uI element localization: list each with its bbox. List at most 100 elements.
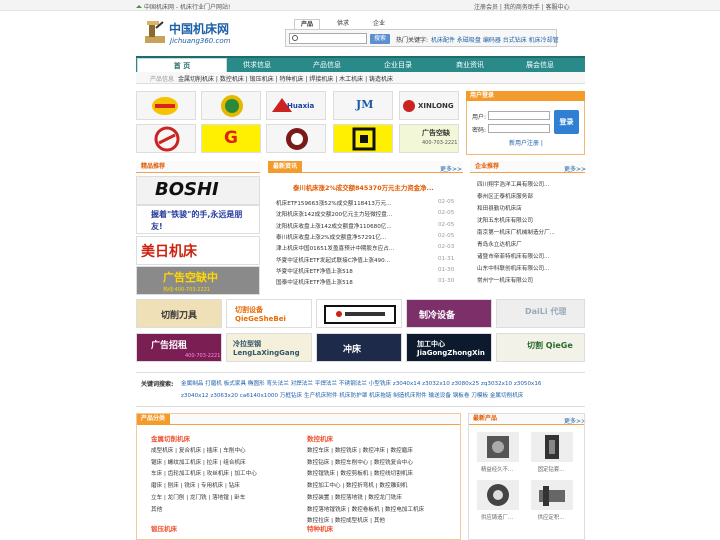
- category-group-4-title[interactable]: 特种机床: [307, 523, 333, 533]
- brand-logo-1[interactable]: [136, 91, 196, 120]
- company-item[interactable]: 青岛永立达机床厂: [477, 240, 522, 248]
- username-input[interactable]: [488, 111, 550, 120]
- featured-banner-3[interactable]: 美日机床: [136, 236, 260, 265]
- ad-banner-1[interactable]: 切削刀具: [136, 299, 222, 328]
- nav-expo[interactable]: 展会信息: [510, 58, 570, 72]
- category-links-line[interactable]: 锯床 | 螺纹加工机床 | 拉床 | 组合机床: [151, 458, 246, 466]
- brand-4-text: JM: [356, 98, 374, 111]
- search-tab-products[interactable]: 产品: [294, 19, 320, 29]
- product-image-2[interactable]: [531, 432, 573, 462]
- company-item[interactable]: 诸暨市帝菲特机床有限公司...: [477, 252, 549, 260]
- search-tab-supply[interactable]: 供求: [330, 19, 356, 29]
- news-item-title: 机床ETF159663涨52%成交额118413万元...: [276, 201, 392, 207]
- product-image-1[interactable]: [477, 432, 519, 462]
- site-logo[interactable]: 中国机床网 Jichuang360.com: [143, 18, 239, 48]
- keyword-links-line-2[interactable]: z3040x12 z3063x20 ca6140x1000 万框钻床 生产机床附…: [181, 391, 523, 399]
- company-item[interactable]: 泰州区正泰机床服务部: [477, 192, 533, 200]
- category-group-1-title[interactable]: 金属切削机床: [151, 433, 190, 443]
- category-links-line[interactable]: 成型机床 | 复合机床 | 插床 | 车削中心: [151, 446, 246, 454]
- product-image-3[interactable]: [477, 480, 519, 510]
- product-label-2[interactable]: 固定钻套...: [524, 465, 578, 473]
- product-image-4[interactable]: [531, 480, 573, 510]
- ad-banner-10-text: 切割 QieGe: [527, 341, 573, 350]
- brand-logo-6[interactable]: [136, 124, 196, 153]
- category-links-line[interactable]: 立车 | 龙门刨 | 龙门铣 | 落地镗 | 卧车: [151, 493, 245, 501]
- search-input[interactable]: [289, 33, 367, 44]
- category-links-line[interactable]: 磨床 | 刨床 | 铣床 | 专用机床 | 钻床: [151, 481, 240, 489]
- logo-title: 中国机床网: [169, 22, 230, 36]
- news-headline[interactable]: 泰川机床涨2%成交额845370万元主力资金净...: [293, 183, 434, 192]
- ad-banner-6-text: 广告招租: [151, 341, 188, 351]
- top-bar: 中国机床网 - 机床行业门户网站! 注册会员 | 我的商务助手 | 客服中心: [0, 0, 720, 11]
- news-more-link[interactable]: 更多>>: [440, 164, 462, 173]
- featured-header: 精品推荐: [136, 161, 260, 173]
- ad-banner-6[interactable]: 广告招租 400-703-2221: [136, 333, 222, 362]
- company-item[interactable]: 四川翔宇浩洋工具有限公司...: [477, 180, 549, 188]
- login-button[interactable]: 登录: [554, 110, 579, 134]
- ad-banner-4[interactable]: 制冷设备: [406, 299, 492, 328]
- brand-logo-5[interactable]: XINLONG: [399, 91, 459, 120]
- ad-banner-2[interactable]: 切割设备 QieGeSheBei: [226, 299, 312, 328]
- category-links-line[interactable]: 数控车床 | 数控铣床 | 数控冲床 | 数控磨床: [307, 446, 413, 454]
- category-group-2-title[interactable]: 数控机床: [307, 433, 333, 443]
- home-icon[interactable]: [136, 3, 142, 8]
- search-button[interactable]: 搜索: [370, 34, 390, 44]
- news-item-date: 02-05: [438, 221, 455, 228]
- ad-banner-3[interactable]: [316, 299, 402, 328]
- keyword-links-line-1[interactable]: 金属制品 打磨机 板式家具 椭圆形 弯头法兰 对焊法兰 平焊法兰 不锈钢法兰 小…: [181, 379, 541, 387]
- brand-logo-4[interactable]: JM: [333, 91, 393, 120]
- ad-banner-9[interactable]: 加工中心 JiaGongZhongXin: [406, 333, 492, 362]
- nav-products[interactable]: 产品信息: [297, 58, 357, 72]
- company-item[interactable]: 和田县勤功机床店: [477, 204, 522, 212]
- user-links[interactable]: 注册会员 | 我的商务助手 | 客服中心: [474, 2, 570, 11]
- category-links-line[interactable]: 其他: [151, 505, 162, 513]
- product-label-1[interactable]: 精益经久不...: [470, 465, 524, 473]
- category-links-line[interactable]: 数控加工中心 | 数控折弯机 | 数控雕刻机: [307, 481, 407, 489]
- register-link[interactable]: 新用户注册 |: [509, 138, 543, 147]
- search-tab-company[interactable]: 企业: [366, 19, 392, 29]
- brand-logo-9[interactable]: [333, 124, 393, 153]
- company-item[interactable]: 山东中科联创机床有限公司...: [477, 264, 549, 272]
- nav-home[interactable]: 首 页: [137, 58, 227, 72]
- product-photo-icon: [545, 435, 559, 459]
- brand-logo-2[interactable]: [201, 91, 261, 120]
- category-links-line[interactable]: 数控钻床 | 数控车削中心 | 数控铣复合中心: [307, 458, 413, 466]
- nav-news[interactable]: 商业资讯: [440, 58, 500, 72]
- nav-companies[interactable]: 企业目录: [368, 58, 428, 72]
- hot-keywords-label: 热门关键字:: [396, 37, 429, 44]
- hot-keywords-links[interactable]: 机床配件 永磁吸盘 编码器 台式钻床 机床冷却管: [431, 35, 559, 44]
- featured-banner-4[interactable]: 广告空缺中 热线:400-703-2221: [136, 266, 260, 295]
- password-input[interactable]: [488, 124, 550, 133]
- ad-banner-10[interactable]: 切割 QieGe: [496, 333, 585, 362]
- brand-logo-7[interactable]: G: [201, 124, 261, 153]
- company-item[interactable]: 南京第一机床厂机械制造分厂...: [477, 228, 555, 236]
- brand-logo-3[interactable]: Huaxia: [266, 91, 326, 120]
- featured-banner-1[interactable]: BOSHI: [136, 176, 260, 205]
- product-label-3[interactable]: 供应铸造厂...: [470, 513, 524, 521]
- category-links-line[interactable]: 数控落地镗铣床 | 数控卷板机 | 数控电加工机床: [307, 505, 424, 513]
- brand-logo-8[interactable]: [266, 124, 326, 153]
- ad-banner-5[interactable]: DaiLi 代理: [496, 299, 585, 328]
- company-more-link[interactable]: 更多>>: [564, 164, 586, 173]
- sub-nav-links[interactable]: 金属切削机床 | 数控机床 | 锻压机床 | 特种机床 | 焊接机床 | 木工机…: [178, 74, 393, 83]
- ad-banner-4-text: 制冷设备: [419, 311, 456, 321]
- category-links-line[interactable]: 数控镗铣床 | 数控剪板机 | 数控线切割机床: [307, 469, 413, 477]
- ad-banner-7[interactable]: 冷拉型钢 LengLaXingGang: [226, 333, 312, 362]
- brand-logo-10[interactable]: 广告空缺 400-703-2221: [399, 124, 459, 153]
- featured-banner-2[interactable]: 握着"铁骏"的手,永远是朋友!: [136, 205, 260, 234]
- brand-5-text: XINLONG: [418, 102, 454, 110]
- nav-supply[interactable]: 供求信息: [227, 58, 287, 72]
- ad-phone: 热线:400-703-2221: [163, 287, 211, 293]
- password-label: 密码:: [472, 127, 487, 134]
- product-label-4[interactable]: 供应定积...: [524, 513, 578, 521]
- news-header: 最新资讯 更多>>: [268, 161, 463, 173]
- category-links-line[interactable]: 数控装置 | 数控落地铣 | 数控龙门铣床: [307, 493, 402, 501]
- news-item-date: 02-03: [438, 244, 455, 251]
- category-links-line[interactable]: 车床 | 齿轮加工机床 | 攻丝机床 | 加工中心: [151, 469, 257, 477]
- ad-banner-8[interactable]: 冲床: [316, 333, 402, 362]
- company-title: 企业推荐: [475, 163, 500, 170]
- company-item[interactable]: 沈阳五东机床有限公司: [477, 216, 533, 224]
- news-title: 最新资讯: [268, 161, 303, 173]
- category-group-3-title[interactable]: 锻压机床: [151, 523, 177, 533]
- company-item[interactable]: 常州宁一机床有限公司: [477, 276, 533, 284]
